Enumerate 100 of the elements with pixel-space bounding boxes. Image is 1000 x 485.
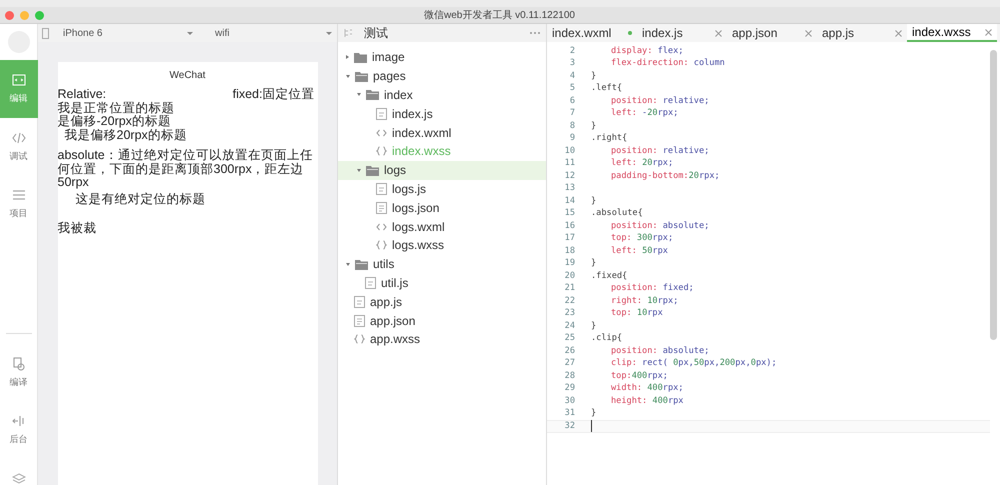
code-text: left: 20rpx;: [610, 157, 674, 170]
tree-item-label: app.wxss: [370, 331, 420, 348]
line-number: 27: [564, 357, 576, 370]
code-window-icon: [10, 72, 26, 88]
tree-item[interactable]: app.js: [338, 292, 546, 312]
line-number: 22: [564, 294, 576, 308]
line-number: 29: [564, 382, 576, 396]
line-number: 19: [564, 257, 576, 270]
file-icon: [376, 202, 387, 214]
caret-down-icon: [357, 93, 361, 96]
curly-braces-icon: [354, 334, 365, 344]
close-icon[interactable]: [985, 28, 992, 36]
tree-item[interactable]: app.wxss: [338, 330, 546, 349]
tree-item-label: image: [372, 49, 405, 66]
layers-icon: [12, 473, 26, 485]
scrollbar[interactable]: [990, 50, 997, 340]
tree-item[interactable]: index: [338, 86, 546, 104]
line-number: 15: [564, 207, 576, 220]
close-window-button[interactable]: [5, 10, 14, 20]
tree-item[interactable]: pages: [338, 66, 546, 86]
window-title: 微信web开发者工具 v0.11.122100: [424, 8, 575, 22]
code-text: position: absolute;: [610, 344, 710, 358]
code-text: .absolute{: [591, 207, 643, 220]
activity-button[interactable]: 后台: [0, 401, 38, 460]
line-number: 26: [564, 344, 576, 358]
line-number: 13: [564, 182, 576, 196]
caret-down-icon: [346, 262, 350, 266]
tree-item[interactable]: app.json: [338, 311, 546, 330]
line-number: 3: [568, 57, 576, 70]
activity-button[interactable]: 编译: [0, 344, 38, 402]
tree-item-label: index: [384, 86, 413, 104]
close-icon[interactable]: [715, 30, 722, 36]
caret-down-icon: [326, 32, 332, 34]
line-number: 24: [564, 320, 576, 333]
caret-right-icon: [346, 55, 349, 60]
code-text: padding-bottom:20rpx;: [610, 170, 720, 183]
line-number: 12: [564, 170, 576, 183]
line-number: 25: [564, 332, 576, 346]
tree-item[interactable]: index.wxml: [338, 123, 546, 142]
line-number: 18: [564, 244, 576, 258]
code-text: }: [591, 257, 596, 270]
code-text: height: 400rpx: [610, 394, 684, 408]
editor-tab[interactable]: index.js: [637, 24, 727, 42]
minimize-window-button[interactable]: [20, 10, 29, 20]
tree-item-label: logs.wxss: [392, 237, 444, 254]
tree-item-label: index.js: [392, 106, 433, 123]
line-number: 4: [568, 70, 576, 83]
line-number: 2: [568, 44, 576, 58]
tree-item-label: index.wxml: [392, 124, 452, 142]
code-text: top: 10rpx: [610, 307, 663, 320]
tree-item[interactable]: logs.wxss: [338, 236, 546, 255]
page-text: Relative:: [58, 88, 106, 102]
line-number: 14: [564, 194, 576, 208]
line-number: 7: [568, 107, 576, 120]
maximize-window-button[interactable]: [35, 10, 44, 20]
code-text: width: 400rpx;: [610, 382, 684, 396]
tree-item[interactable]: image: [338, 48, 546, 67]
editor-tab[interactable]: app.json: [727, 24, 817, 42]
tree-item-label: pages: [373, 68, 406, 86]
network-dropdown[interactable]: wifi: [215, 26, 332, 40]
tree-item[interactable]: logs.wxml: [338, 217, 546, 236]
line-number: 10: [564, 144, 576, 158]
code-text: position: relative;: [610, 144, 710, 158]
caret-down-icon: [346, 74, 350, 78]
activity-button[interactable]: 项目: [0, 175, 38, 233]
code-text: right: 10rpx;: [610, 294, 678, 308]
code-text: }: [591, 70, 596, 83]
device-dropdown[interactable]: iPhone 6: [63, 26, 193, 40]
close-icon[interactable]: [895, 30, 902, 36]
line-number: 31: [564, 407, 576, 420]
tree-item-label: logs.json: [392, 200, 440, 217]
line-number: 20: [564, 270, 576, 283]
code-text: }: [591, 320, 596, 333]
angle-brackets-icon: [376, 222, 387, 232]
tree-item[interactable]: logs.js: [338, 180, 546, 198]
folder-icon: [355, 258, 368, 270]
tree-item-label: app.json: [370, 312, 416, 330]
tree-item[interactable]: index.js: [338, 104, 546, 124]
code-text: position: absolute;: [610, 220, 710, 233]
folder-icon: [355, 70, 368, 82]
tree-item[interactable]: logs.json: [338, 198, 546, 218]
tree-item-label: index.wxss: [392, 143, 451, 160]
page-text: 我是偏移20rpx的标题: [64, 128, 187, 144]
tree-item-label: util.js: [381, 274, 408, 292]
code-text: }: [591, 407, 596, 420]
editor-tab[interactable]: index.wxml: [547, 24, 637, 42]
close-icon[interactable]: [805, 30, 812, 36]
editor-tab[interactable]: app.js: [817, 24, 907, 42]
text-cursor: [591, 420, 592, 432]
editor-tab[interactable]: index.wxss: [907, 24, 997, 42]
code-text: .right{: [591, 132, 628, 146]
line-number: 30: [564, 394, 576, 408]
tree-item-label: utils: [373, 256, 394, 274]
tree-item[interactable]: utils: [338, 254, 546, 274]
code-text: }: [591, 194, 596, 208]
activity-button[interactable]: 调试: [0, 118, 38, 176]
tree-item[interactable]: logs: [338, 160, 546, 180]
folder-icon: [366, 164, 379, 176]
tree-item[interactable]: util.js: [338, 274, 546, 292]
code-text: left: -20rpx;: [610, 107, 678, 120]
